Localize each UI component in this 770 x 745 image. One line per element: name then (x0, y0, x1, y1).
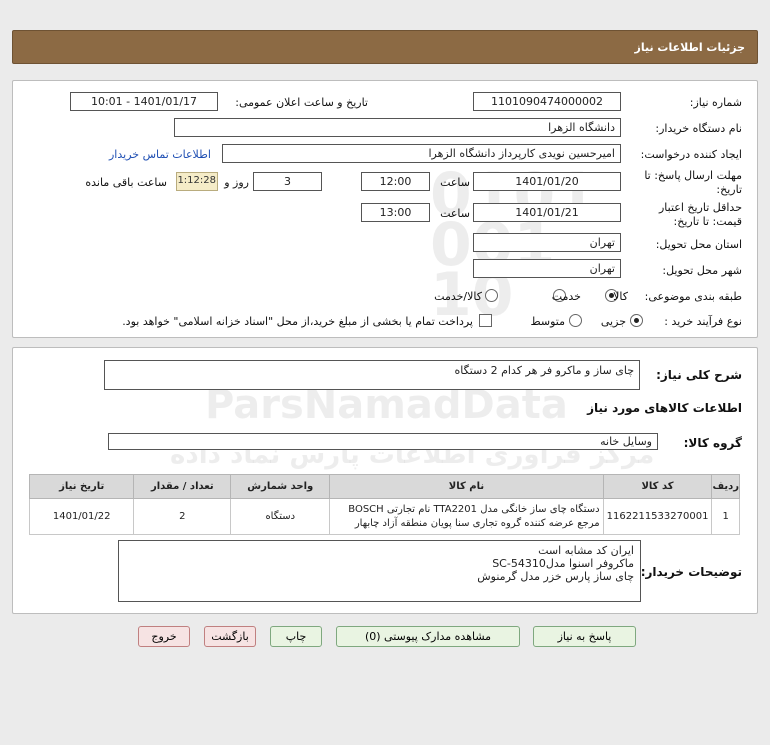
row-code: 1162211533270001 (602, 498, 713, 535)
creator-field: امیرحسین نویدی کارپرداز دانشگاه الزهرا (222, 144, 621, 163)
buyer-notes-line1: ایران کد مشابه است (538, 544, 634, 557)
goods-section-title: اطلاعات کالاهای مورد نیاز (587, 401, 742, 415)
process-label: نوع فرآیند خرید : (664, 315, 742, 328)
remaining-label: ساعت باقی مانده (85, 176, 167, 189)
process-radio-minor[interactable] (630, 314, 643, 327)
category-option-goods: کالا (613, 290, 628, 303)
page-title: جزئیات اطلاعات نیاز (634, 41, 746, 54)
back-button[interactable]: بازگشت (204, 626, 256, 647)
buyer-notes-line3: چای ساز پارس خزر مدل گرمنوش (477, 570, 634, 583)
category-option-service: خدمت (551, 290, 581, 303)
need-number-field: 1101090474000002 (473, 92, 621, 111)
deadline-date-field: 1401/01/20 (473, 172, 621, 191)
row-name: دستگاه چای ساز خانگی مدل TTA2201 نام تجا… (329, 498, 604, 535)
goods-table-header: ردیف کد کالا نام کالا واحد شمارش تعداد /… (28, 474, 740, 499)
need-number-label: شماره نیاز: (689, 96, 742, 109)
attachments-button[interactable]: مشاهده مدارک پیوستی (0) (336, 626, 520, 647)
buyer-org-label: نام دستگاه خریدار: (655, 122, 742, 135)
col-index: ردیف (711, 474, 740, 499)
row-name-line1: دستگاه چای ساز خانگی مدل TTA2201 نام تجا… (348, 503, 600, 515)
treasury-payment-note: پرداخت تمام یا بخشی از مبلغ خرید،از محل … (122, 315, 473, 328)
process-option-medium: متوسط (530, 315, 565, 328)
row-unit: دستگاه (230, 498, 331, 535)
deadline-label-line1: مهلت ارسال پاسخ: تا (644, 169, 742, 182)
province-label: استان محل تحویل: (655, 238, 742, 251)
validity-date-field: 1401/01/21 (473, 203, 621, 222)
category-radio-goods-service[interactable] (485, 289, 498, 302)
city-field: تهران (473, 259, 621, 278)
validity-label: حداقل تاریخ اعتبار قیمت: تا تاریخ: (659, 201, 742, 229)
buyer-notes-line2: ماکروفر اسنوا مدلSC-54310 (492, 557, 634, 570)
validity-time-label: ساعت (440, 207, 470, 220)
category-label: طبقه بندی موضوعی: (644, 290, 742, 303)
validity-label-line1: حداقل تاریخ اعتبار (658, 201, 742, 214)
row-index: 1 (711, 498, 740, 535)
reply-button[interactable]: پاسخ به نیاز (533, 626, 636, 647)
deadline-label-line2: تاریخ: (716, 183, 742, 196)
buyer-notes-label: توضیحات خریدار: (640, 565, 742, 579)
col-qty: تعداد / مقدار (133, 474, 232, 499)
col-date: تاریخ نیاز (28, 474, 135, 499)
goods-table: ردیف کد کالا نام کالا واحد شمارش تعداد /… (28, 474, 740, 535)
days-remaining-field: 3 (253, 172, 322, 191)
summary-field: چای ساز و ماکرو فر هر کدام 2 دستگاه (104, 360, 640, 390)
creator-label: ایجاد کننده درخواست: (640, 148, 742, 161)
summary-label: شرح کلی نیاز: (656, 368, 742, 382)
print-button[interactable]: چاپ (270, 626, 322, 647)
deadline-time-field: 12:00 (361, 172, 430, 191)
col-code: کد کالا (602, 474, 713, 499)
province-field: تهران (473, 233, 621, 252)
validity-label-line2: قیمت: تا تاریخ: (673, 215, 742, 228)
treasury-payment-checkbox[interactable] (479, 314, 492, 327)
table-row[interactable]: 1 1162211533270001 دستگاه چای ساز خانگی … (28, 498, 740, 535)
city-label: شهر محل تحویل: (662, 264, 742, 277)
announce-datetime-label: تاریخ و ساعت اعلان عمومی: (235, 96, 368, 109)
validity-time-field: 13:00 (361, 203, 430, 222)
process-option-minor: جزیی (600, 315, 626, 328)
countdown-timer: 01:12:28 (176, 172, 218, 191)
col-unit: واحد شمارش (230, 474, 331, 499)
process-radio-medium[interactable] (569, 314, 582, 327)
goods-group-field: وسایل خانه (108, 433, 658, 450)
page-header: جزئیات اطلاعات نیاز (12, 30, 758, 64)
buyer-org-field: دانشگاه الزهرا (174, 118, 621, 137)
announce-datetime-field: 1401/01/17 - 10:01 (70, 92, 218, 111)
buyer-contact-link[interactable]: اطلاعات تماس خریدار (109, 148, 211, 161)
goods-group-label: گروه کالا: (683, 436, 742, 450)
exit-button[interactable]: خروج (138, 626, 190, 647)
category-option-goods-service: کالا/خدمت (434, 290, 482, 303)
deadline-label: مهلت ارسال پاسخ: تا تاریخ: (644, 169, 742, 197)
row-qty: 2 (133, 498, 232, 535)
row-name-line2: مرجع عرضه کننده گروه تجاری سنا پویان منط… (354, 517, 600, 529)
deadline-time-label: ساعت (440, 176, 470, 189)
buyer-notes-field: ایران کد مشابه است ماکروفر اسنوا مدلSC-5… (118, 540, 641, 602)
days-label: روز و (224, 176, 249, 189)
row-date: 1401/01/22 (28, 498, 135, 535)
col-name: نام کالا (329, 474, 604, 499)
